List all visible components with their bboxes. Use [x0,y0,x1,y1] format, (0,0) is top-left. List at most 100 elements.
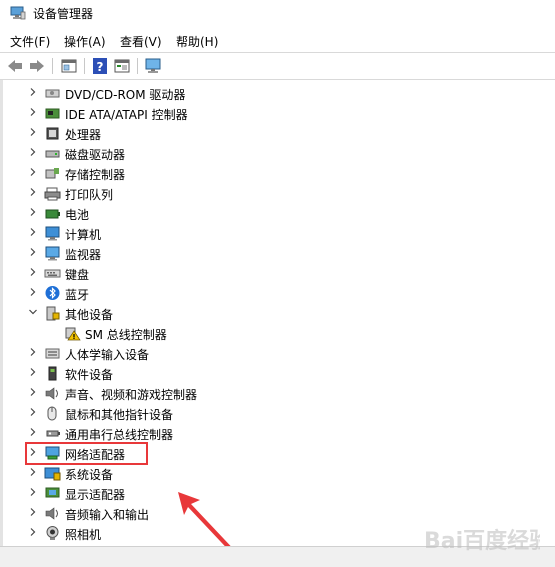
tree-node-label: 存储控制器 [65,168,126,182]
tree-node-label: 软件设备 [65,368,114,382]
tree-node[interactable]: 键盘 [3,263,543,283]
camera-icon [46,526,59,540]
tree-node[interactable]: 电池 [3,203,543,223]
software-device-icon [48,366,57,381]
tree-node-label: 监视器 [65,248,102,262]
device-tree[interactable]: DVD/CD-ROM 驱动器 IDE ATA/ATAPI 控制器 处理器磁盘驱动器存… [0,80,555,546]
usb-icon [46,430,60,437]
tree-node[interactable]: 蓝牙 [3,283,543,303]
chevron-down-icon[interactable] [27,306,39,318]
menu-action[interactable]: 操作(A) [64,33,106,50]
chevron-right-icon[interactable] [27,146,39,158]
chevron-right-icon[interactable] [27,86,39,98]
menu-file[interactable]: 文件(F) [10,33,50,50]
tree-node[interactable]: SM 总线控制器 [3,323,543,343]
tree-node-label: 照相机 [65,528,102,542]
monitor-icon [45,246,60,261]
back-icon[interactable] [6,57,24,75]
help-icon[interactable]: ? [91,57,109,75]
tree-node[interactable]: 声音、视频和游戏控制器 [3,383,543,403]
mouse-icon [47,406,57,421]
tree-node[interactable]: 显示适配器 [3,483,543,503]
watermark: Bai百度经验 [420,518,551,562]
chevron-right-icon[interactable] [27,466,39,478]
tree-node-label: 通用串行总线控制器 [65,428,174,442]
chevron-right-icon[interactable] [27,206,39,218]
tree-node[interactable]: IDE ATA/ATAPI 控制器 [3,103,543,123]
tree-node-label: 处理器 [65,128,102,142]
monitor-scan-icon[interactable] [144,57,162,75]
tree-node[interactable]: 存储控制器 [3,163,543,183]
tree-node-label: 打印队列 [65,188,114,202]
dvd-drive-icon [45,89,60,98]
tree-node[interactable]: 通用串行总线控制器 [3,423,543,443]
tree-node[interactable]: 处理器 [3,123,543,143]
other-devices-icon [46,306,60,321]
tree-node[interactable]: 监视器 [3,243,543,263]
warning-device-icon [65,327,81,341]
tree-node-label: SM 总线控制器 [85,328,167,342]
view-icon[interactable] [113,57,131,75]
tree-node-label: 系统设备 [65,468,114,482]
hid-icon [45,348,60,359]
chevron-right-icon[interactable] [27,286,39,298]
tree-node-label: 鼠标和其他指针设备 [65,408,174,422]
storage-controller-icon [45,168,59,179]
audio-io-icon [45,507,58,520]
tree-node-label: 其他设备 [65,308,114,322]
toolbar-separator [52,58,53,74]
forward-icon[interactable] [28,57,46,75]
tree-node-label: 人体学输入设备 [65,348,150,362]
processor-icon [46,127,59,140]
chevron-right-icon[interactable] [27,526,39,538]
chevron-right-icon[interactable] [27,226,39,238]
chevron-right-icon[interactable] [27,126,39,138]
tree-node[interactable]: 打印队列 [3,183,543,203]
tree-node-label: DVD/CD-ROM 驱动器 [65,88,186,102]
highlight-box [25,442,148,465]
chevron-right-icon[interactable] [27,386,39,398]
device-manager-icon [10,6,26,20]
tree-node-label: 蓝牙 [65,288,90,302]
system-device-icon [44,467,61,481]
tree-node-label: 计算机 [65,228,102,242]
tree-node-label: 键盘 [65,268,90,282]
ide-controller-icon [45,108,60,119]
tree-node[interactable]: 磁盘驱动器 [3,143,543,163]
menu-help[interactable]: 帮助(H) [176,33,218,50]
tree-node[interactable]: 计算机 [3,223,543,243]
menu-bar: 文件(F) 操作(A) 查看(V) 帮助(H) [0,28,555,52]
printer-icon [44,187,61,201]
speaker-icon [45,387,58,400]
chevron-right-icon[interactable] [27,246,39,258]
tree-node[interactable]: 软件设备 [3,363,543,383]
chevron-right-icon[interactable] [27,166,39,178]
properties-icon[interactable] [60,57,78,75]
chevron-right-icon[interactable] [27,366,39,378]
tree-node[interactable]: 鼠标和其他指针设备 [3,403,543,423]
display-adapter-icon [45,487,60,498]
chevron-right-icon[interactable] [27,506,39,518]
toolbar: ? [0,52,555,80]
chevron-right-icon[interactable] [27,346,39,358]
tree-node-label: IDE ATA/ATAPI 控制器 [65,108,188,122]
tree-node[interactable]: 系统设备 [3,463,543,483]
tree-node[interactable]: 其他设备 [3,303,543,323]
toolbar-separator [84,58,85,74]
tree-node-label: 磁盘驱动器 [65,148,126,162]
chevron-right-icon[interactable] [27,406,39,418]
chevron-right-icon[interactable] [27,266,39,278]
tree-node[interactable]: DVD/CD-ROM 驱动器 [3,83,543,103]
chevron-right-icon[interactable] [27,106,39,118]
bluetooth-icon [45,286,60,300]
menu-view[interactable]: 查看(V) [120,33,162,50]
chevron-right-icon[interactable] [27,186,39,198]
tree-node-label: 音频输入和输出 [65,508,150,522]
disk-drive-icon [45,150,60,158]
tree-node[interactable]: 人体学输入设备 [3,343,543,363]
tree-node-label: 电池 [65,208,90,222]
svg-text:?: ? [97,60,104,74]
chevron-right-icon[interactable] [27,426,39,438]
computer-icon [45,226,60,241]
chevron-right-icon[interactable] [27,486,39,498]
